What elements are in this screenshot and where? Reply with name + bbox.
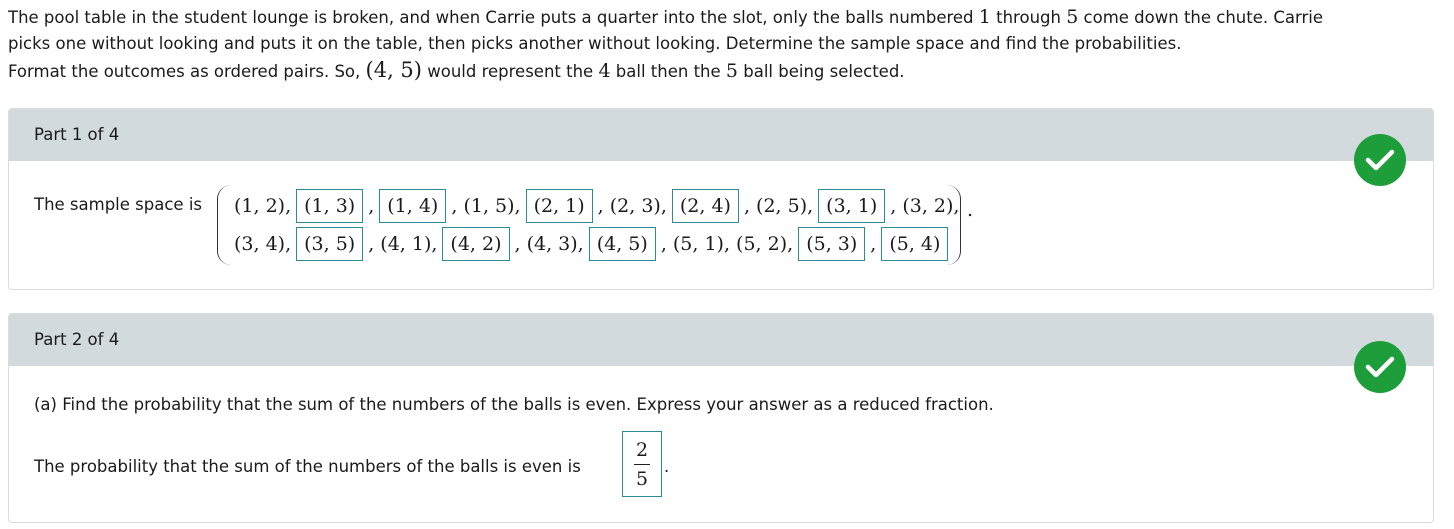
answer-box-outcome[interactable]: (1, 4) [379,189,447,223]
outcome-text: , (5, 1), (5, 2), [660,233,794,255]
problem-line-2: picks one without looking and puts it on… [8,34,1182,53]
sample-space-row-2: (3, 4), (3, 5), (4, 1), (4, 2), (4, 3), (4,… [231,227,950,261]
problem-line-1: The pool table in the student lounge is … [8,6,1324,28]
fraction-numerator: 2 [635,438,649,461]
answer-box-outcome[interactable]: (3, 5) [296,227,364,261]
outcome-text: , (1, 5), [451,195,521,217]
answer-box-outcome[interactable]: (5, 3) [798,227,866,261]
answer-box-outcome[interactable]: (4, 2) [442,227,510,261]
sample-space-label: The sample space is [34,195,202,214]
problem-line-3: Format the outcomes as ordered pairs. So… [8,58,905,82]
fraction-denominator: 5 [635,467,649,490]
sample-space-period: . [967,199,974,221]
part-1-header: Part 1 of 4 [9,109,1433,161]
outcome-text: , (4, 3), [514,233,584,255]
part-1-panel: Part 1 of 4 The sample space is (1, 2),(… [8,108,1434,290]
checkmark-circle-icon [1354,134,1406,186]
answer-box-outcome[interactable]: (2, 4) [671,189,739,223]
question-text: (a) Find the probability that the sum of… [34,395,994,414]
answer-box-outcome[interactable]: (2, 1) [525,189,593,223]
part-2-panel: Part 2 of 4 (a) Find the probability tha… [8,313,1434,523]
part-2-header: Part 2 of 4 [9,314,1433,366]
outcome-text: (1, 2), [234,195,292,217]
answer-label: The probability that the sum of the numb… [34,457,581,476]
outcome-text: , (4, 1), [368,233,438,255]
answer-box-outcome[interactable]: (3, 1) [818,189,886,223]
answer-period: . [664,457,670,476]
problem-statement: The pool table in the student lounge is … [8,4,1438,85]
sample-space-row-1: (1, 2), (1, 3), (1, 4), (1, 5), (2, 1), (2,… [231,189,962,223]
outcome-text: , (2, 3), [597,195,667,217]
checkmark-circle-icon [1354,341,1406,393]
outcome-text: , [870,233,877,255]
outcome-text: , (2, 5), [743,195,814,217]
answer-box-outcome[interactable]: (1, 3) [296,189,364,223]
answer-box-outcome[interactable]: (4, 5) [588,227,656,261]
outcome-text: , [368,195,375,217]
right-brace [944,185,961,265]
answer-box-outcome[interactable]: (5, 4) [881,227,949,261]
fraction-bar [634,463,650,465]
fraction-answer-box[interactable]: 2 5 [622,431,662,497]
outcome-text: (3, 4), [234,233,292,255]
